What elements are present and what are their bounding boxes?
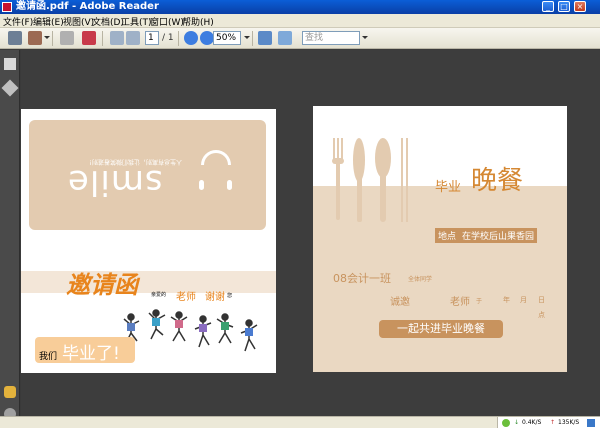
adobe-reader-icon: [2, 2, 12, 12]
menu-document[interactable]: 文档(D): [92, 15, 124, 28]
status-bar: ↓ 0.4K/S ↑ 135K/S: [0, 416, 600, 428]
comments-icon[interactable]: [4, 386, 16, 398]
comment-icon[interactable]: [60, 31, 74, 45]
location-label: 地点: [435, 228, 460, 243]
upload-arrow-icon: ↑: [550, 419, 556, 426]
location-value: 在学校后山果香园: [459, 228, 538, 243]
email-icon[interactable]: [28, 31, 42, 45]
download-arrow-icon: ↓: [514, 419, 520, 426]
invite-text: 诚邀: [390, 297, 410, 308]
fit-page-icon[interactable]: [258, 31, 272, 45]
print-icon[interactable]: [8, 31, 22, 45]
close-button[interactable]: ×: [574, 1, 586, 12]
class-name: 08会计一班: [333, 272, 391, 285]
navigation-pane: [0, 50, 20, 428]
cutlery-icon: [332, 138, 408, 222]
search-input[interactable]: 查找: [302, 31, 360, 45]
toolbar: 1 / 1 50% 查找: [0, 28, 600, 49]
menu-edit[interactable]: 编辑(E): [33, 15, 64, 28]
maximize-button[interactable]: □: [558, 1, 570, 12]
invitation-calligraphy: 邀请函: [66, 270, 138, 299]
toolbar-separator: [52, 31, 53, 46]
smile-text: smile: [67, 162, 163, 202]
secure-icon[interactable]: [82, 31, 96, 45]
network-speed-widget: ↓ 0.4K/S ↑ 135K/S: [497, 417, 600, 428]
graduated-text: 毕业了!: [62, 344, 120, 364]
hour-text: 点: [538, 311, 545, 319]
day-text: 日: [538, 296, 545, 304]
smiley-mouth: [201, 150, 231, 165]
smiley-eye: [227, 180, 232, 190]
toolbar-separator: [252, 31, 253, 46]
layers-icon[interactable]: [1, 79, 19, 97]
pages-icon[interactable]: [4, 58, 16, 70]
jumping-students-illustration: [123, 309, 258, 352]
page-number-input[interactable]: 1: [145, 31, 159, 45]
zoom-dropdown-icon[interactable]: [244, 36, 250, 39]
graduation-text: 毕业: [435, 180, 462, 195]
smiley-eye: [199, 180, 204, 190]
page-total: / 1: [162, 33, 174, 43]
dinner-banner: 一起共进毕业晚餐: [379, 320, 503, 338]
dinner-text: 晚餐: [471, 166, 524, 196]
menu-tools[interactable]: 工具(T): [121, 15, 152, 28]
menu-window[interactable]: 窗口(W): [150, 15, 184, 28]
toolbar-separator: [102, 31, 103, 46]
zoom-input[interactable]: 50%: [213, 31, 241, 45]
you-text: 您: [227, 293, 233, 299]
dear-text: 亲爱的: [151, 292, 167, 298]
next-page-icon[interactable]: [126, 31, 140, 45]
pdf-page-2: 毕业 晚餐 地点 在学校后山果香园 08会计一班 全体同学 诚邀 老师 于 年 …: [313, 106, 567, 372]
menu-bar: 文件(F) 编辑(E) 视图(V) 文档(D) 工具(T) 窗口(W) 帮助(H…: [0, 14, 600, 28]
speed-settings-icon[interactable]: [587, 419, 595, 427]
teacher-text: 老师: [450, 297, 470, 308]
smile-card: smile 人生总有离别，让我们微笑着道别！: [29, 120, 266, 230]
thanks-text: 谢谢: [205, 292, 225, 303]
title-bar: 邀请函.pdf - Adobe Reader _ □ ×: [0, 0, 600, 14]
network-icon: [502, 419, 510, 427]
title-band: [21, 271, 276, 293]
email-dropdown-icon[interactable]: [44, 36, 50, 39]
search-dropdown-icon[interactable]: [362, 36, 368, 39]
month-text: 月: [520, 296, 527, 304]
teacher-text: 老师: [176, 292, 196, 303]
fit-width-icon[interactable]: [278, 31, 292, 45]
menu-view[interactable]: 视图(V): [63, 15, 94, 28]
menu-help[interactable]: 帮助(H): [182, 15, 214, 28]
pdf-page-1: smile 人生总有离别，让我们微笑着道别！ 邀请函 亲爱的 老师 谢谢 您 我…: [21, 109, 276, 373]
toolbar-separator: [178, 31, 179, 46]
we-text: 我们: [39, 352, 58, 362]
all-students-text: 全体同学: [408, 276, 433, 283]
window-title: 邀请函.pdf - Adobe Reader: [16, 1, 159, 12]
zoom-in-icon[interactable]: [200, 31, 214, 45]
zoom-out-icon[interactable]: [184, 31, 198, 45]
download-speed: 0.4K/S: [522, 419, 542, 426]
previous-page-icon[interactable]: [110, 31, 124, 45]
at-text: 于: [476, 298, 483, 305]
year-text: 年: [503, 296, 510, 304]
upload-speed: 135K/S: [558, 419, 580, 426]
menu-file[interactable]: 文件(F): [3, 15, 33, 28]
minimize-button[interactable]: _: [542, 1, 554, 12]
smile-subtext: 人生总有离别，让我们微笑着道别！: [85, 158, 182, 165]
